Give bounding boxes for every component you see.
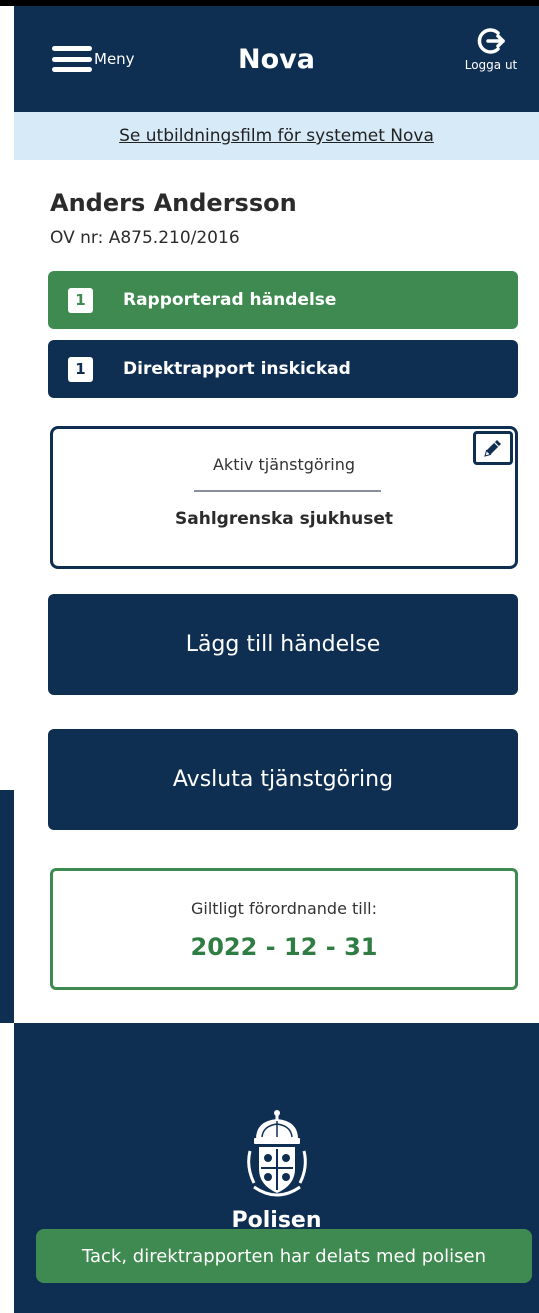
user-name: Anders Andersson xyxy=(50,189,297,217)
end-service-button[interactable]: Avsluta tjänstgöring xyxy=(48,729,518,830)
app-header: Meny Nova Logga ut xyxy=(14,6,539,112)
validity-label: Giltligt förordnande till: xyxy=(190,899,378,918)
service-divider xyxy=(194,490,381,492)
add-event-button[interactable]: Lägg till händelse xyxy=(48,594,518,695)
page: Meny Nova Logga ut Se utbildningsfilm fö… xyxy=(0,0,539,1313)
reported-count-badge: 1 xyxy=(68,287,93,313)
service-heading: Aktiv tjänstgöring xyxy=(212,455,356,474)
direct-report-row[interactable]: 1 Direktrapport inskickad xyxy=(48,340,518,398)
police-crest-icon xyxy=(247,1110,307,1197)
training-film-link[interactable]: Se utbildningsfilm för systemet Nova xyxy=(119,126,434,146)
reported-events-row[interactable]: 1 Rapporterad händelse xyxy=(48,271,518,329)
toast-notification: Tack, direktrapporten har delats med pol… xyxy=(36,1229,532,1283)
validity-date: 2022 - 12 - 31 xyxy=(190,933,378,961)
active-service-card: Aktiv tjänstgöring Sahlgrenska sjukhuset xyxy=(50,426,518,569)
direct-report-label: Direktrapport inskickad xyxy=(123,359,351,379)
validity-card: Giltligt förordnande till: 2022 - 12 - 3… xyxy=(50,868,518,990)
user-ov-number: OV nr: A875.210/2016 xyxy=(50,228,240,248)
service-place: Sahlgrenska sjukhuset xyxy=(175,509,393,529)
reported-events-label: Rapporterad händelse xyxy=(123,290,337,310)
logout-icon xyxy=(477,28,505,54)
training-banner: Se utbildningsfilm för systemet Nova xyxy=(14,112,539,160)
background-strip xyxy=(0,790,14,1023)
direct-report-count-badge: 1 xyxy=(68,356,93,382)
logout-label: Logga ut xyxy=(464,58,518,72)
logout-button[interactable]: Logga ut xyxy=(451,26,531,72)
